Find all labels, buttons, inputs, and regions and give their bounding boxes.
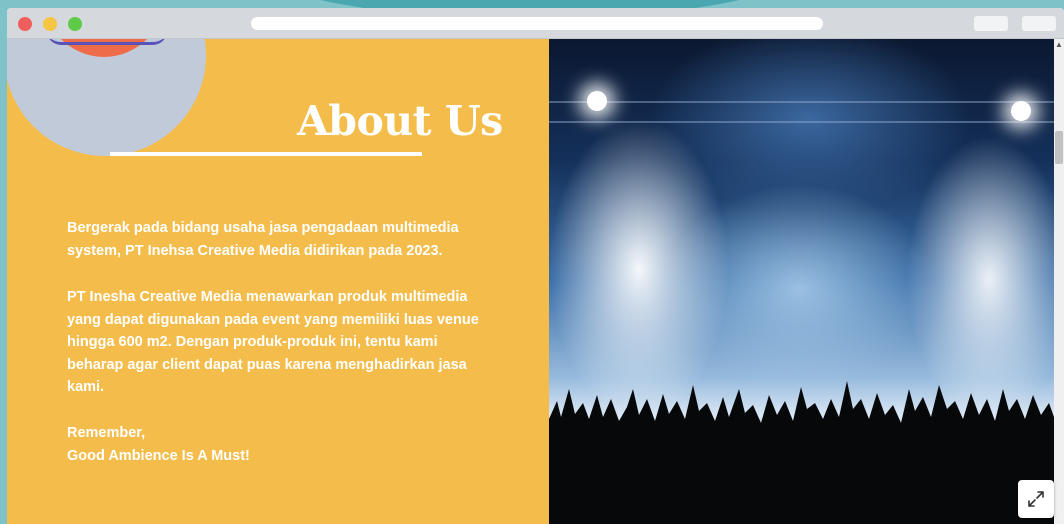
crowd-silhouette (549, 381, 1054, 524)
page-content: About Us Bergerak pada bidang usaha jasa… (7, 39, 1064, 524)
concert-photo (549, 39, 1054, 524)
product-paragraph: PT Inesha Creative Media menawarkan prod… (67, 289, 479, 395)
toolbar-button-1[interactable] (974, 16, 1008, 31)
stage-spotlight (587, 91, 607, 111)
expand-button[interactable] (1018, 480, 1054, 518)
page-title: About Us (297, 97, 503, 145)
stage-spotlight (1011, 101, 1031, 121)
tagline: Remember, Good Ambience Is A Must! (67, 425, 250, 464)
chevron-up-icon[interactable]: ▲ (1055, 41, 1063, 49)
close-window-button[interactable] (18, 17, 32, 31)
vertical-scrollbar[interactable]: ▲ (1054, 39, 1064, 524)
scrollbar-thumb[interactable] (1055, 131, 1063, 164)
intro-paragraph: Bergerak pada bidang usaha jasa pengadaa… (67, 220, 459, 259)
decorative-arc-blue (47, 39, 167, 45)
lighting-rig (549, 101, 1054, 103)
expand-icon (1028, 491, 1044, 507)
maximize-window-button[interactable] (68, 17, 82, 31)
title-underline (110, 152, 422, 156)
window-titlebar (7, 8, 1064, 39)
about-panel: About Us Bergerak pada bidang usaha jasa… (7, 39, 549, 524)
toolbar-button-2[interactable] (1022, 16, 1056, 31)
lighting-rig (549, 121, 1054, 123)
browser-window: About Us Bergerak pada bidang usaha jasa… (7, 8, 1064, 524)
address-bar[interactable] (251, 17, 823, 30)
minimize-window-button[interactable] (43, 17, 57, 31)
